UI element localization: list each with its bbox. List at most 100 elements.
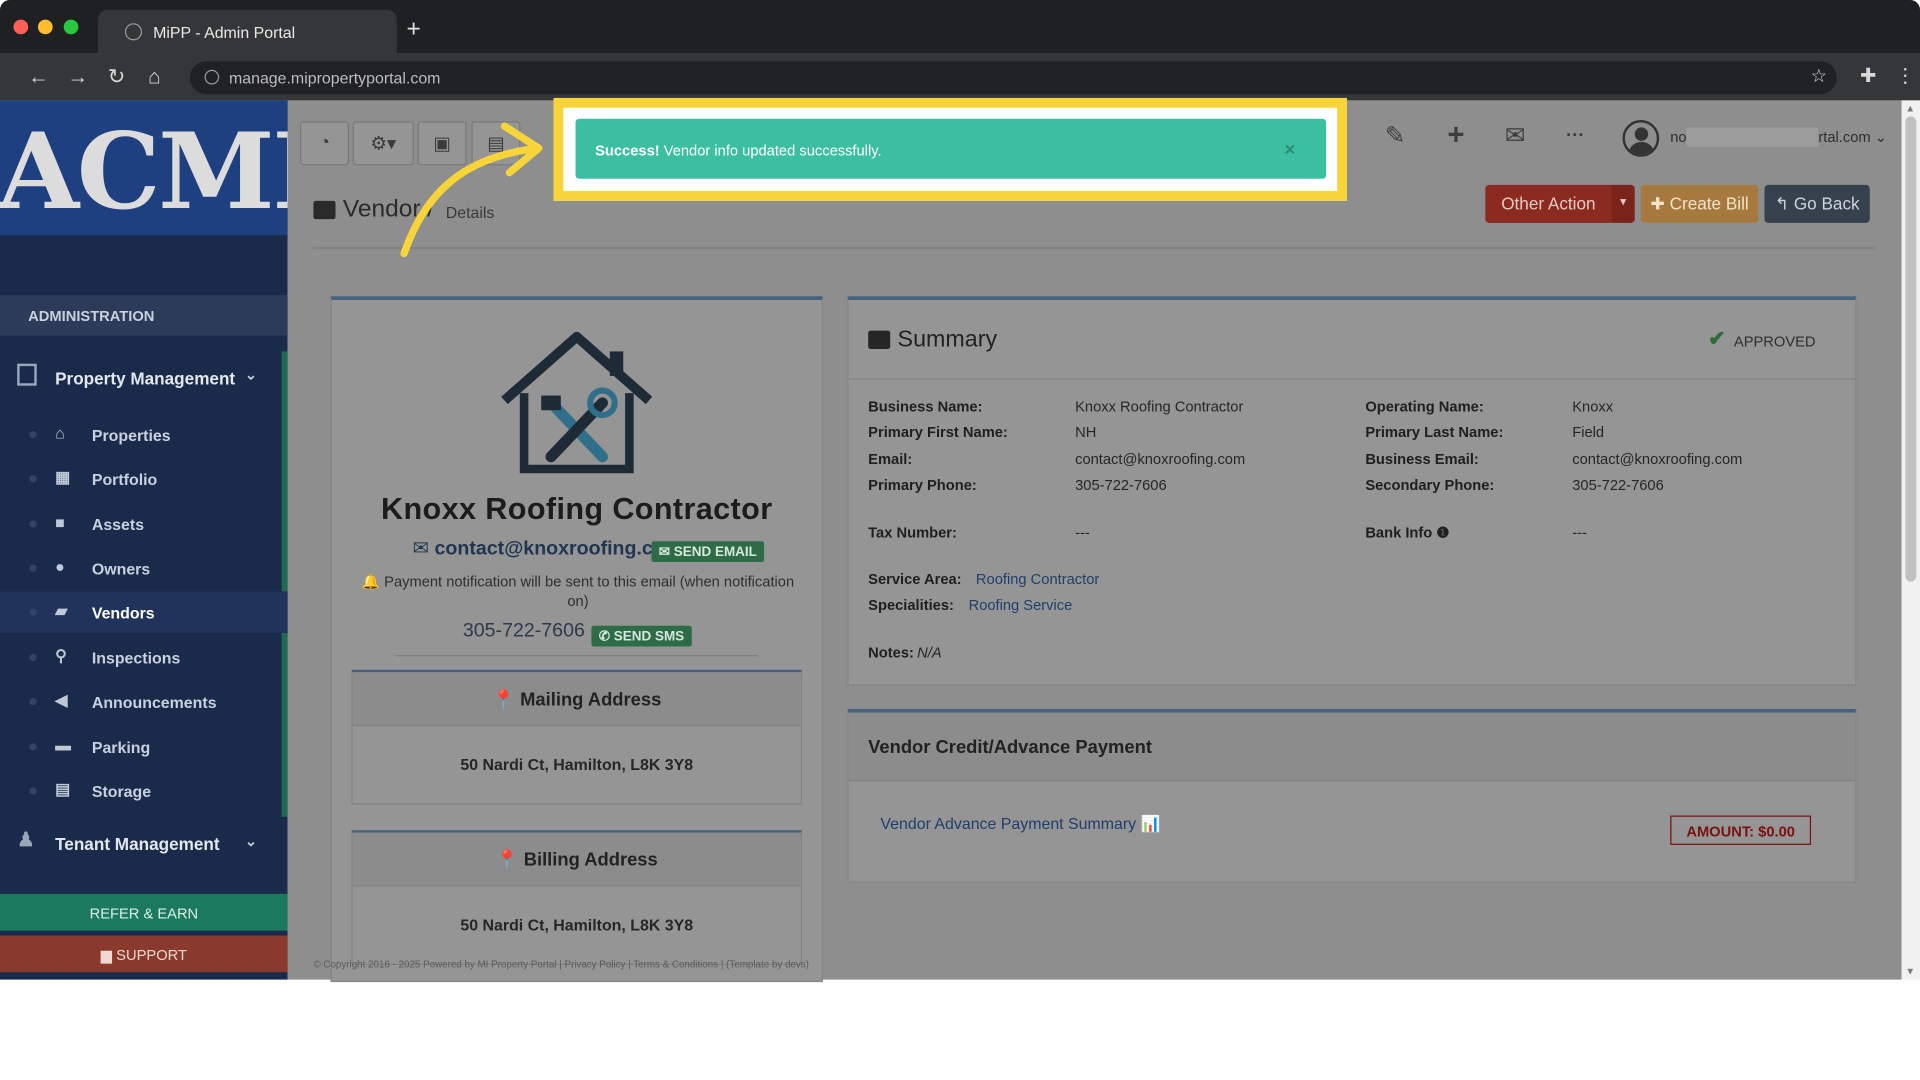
scroll-down-icon[interactable]: ▼ (1905, 966, 1915, 977)
administration-header: ADMINISTRATION (0, 295, 288, 336)
sidebar-item-label: Vendors (91, 603, 155, 623)
briefcase-icon (313, 200, 336, 220)
home-icon: ⌂ (55, 423, 65, 443)
send-sms-button[interactable]: ✆ SEND SMS (591, 625, 692, 647)
building-icon (17, 363, 37, 386)
sidebar-item-announcements[interactable]: ◀ Announcements (0, 681, 288, 723)
create-bill-button[interactable]: ✚ Create Bill (1640, 184, 1759, 223)
more-icon[interactable]: ··· (1566, 122, 1584, 149)
sidebar-item-portfolio[interactable]: ▦ Portfolio (0, 458, 288, 500)
sidebar-item-label: Property Management (55, 368, 236, 389)
acme-logo[interactable]: ACME (0, 100, 288, 236)
scrollbar-thumb[interactable] (1905, 116, 1917, 582)
close-icon[interactable]: × (1285, 140, 1296, 161)
avatar-body (1628, 142, 1655, 155)
vendor-name: Knoxx Roofing Contractor (381, 492, 773, 527)
specialities-link[interactable]: Roofing Service (969, 596, 1073, 613)
back-icon[interactable]: ← (28, 65, 49, 89)
billing-address-panel: 📍 Billing Address 50 Nardi Ct, Hamilton,… (351, 830, 803, 965)
tab-title: MiPP - Admin Portal (153, 23, 296, 42)
send-email-button[interactable]: ✉ SEND EMAIL (651, 541, 765, 563)
primary-phone-label: Primary Phone: (868, 476, 977, 494)
annotation-arrow (400, 122, 543, 258)
mail-icon[interactable]: ✉ (1505, 122, 1526, 149)
dashboard-button[interactable]: ◔ (300, 121, 349, 166)
sidebar-item-properties[interactable]: ⌂ Properties (0, 414, 288, 456)
primary-first-name-value: NH (1075, 423, 1097, 441)
billing-address-title: 📍 Billing Address (352, 832, 801, 887)
bookmark-star-icon[interactable]: ☆ (1810, 65, 1826, 87)
forward-icon[interactable]: → (67, 65, 88, 89)
bullet-dot (29, 475, 37, 483)
minimize-window-icon[interactable] (37, 19, 53, 35)
logo-text: ACME (0, 110, 288, 234)
divider (395, 655, 758, 657)
sidebar-item-parking[interactable]: ▬ Parking (0, 726, 288, 768)
sidebar-item-label: Parking (91, 738, 151, 757)
email-value: contact@knoxroofing.com (1075, 450, 1246, 468)
sidebar-item-tenant-management[interactable]: ♟ Tenant Management ⌄ (0, 823, 288, 862)
refer-earn-button[interactable]: REFER & EARN (0, 893, 288, 931)
bullet-dot (29, 520, 37, 528)
status-badge: APPROVED (1733, 333, 1816, 351)
mailing-address-value: 50 Nardi Ct, Hamilton, L8K 3Y8 (460, 755, 694, 774)
summary-card: Summary ✔ APPROVED Business Name: Knoxx … (847, 296, 1857, 686)
vendor-email[interactable]: ✉ contact@knoxroofing.com (413, 536, 683, 560)
service-area-link[interactable]: Roofing Contractor (976, 571, 1099, 588)
bullet-dot (29, 653, 37, 662)
user-avatar[interactable] (1622, 120, 1660, 157)
vendor-advance-payment-summary-link[interactable]: Vendor Advance Payment Summary 📊 (880, 814, 1160, 834)
browser-toolbar: ← → ↻ ⌂ manage.mipropertyportal.com ☆ ✚ … (0, 53, 1920, 101)
business-name-value: Knoxx Roofing Contractor (1075, 397, 1244, 416)
home-icon[interactable]: ⌂ (148, 65, 161, 89)
page-scrollbar[interactable]: ▲ ▼ (1901, 100, 1920, 980)
maximize-window-icon[interactable] (63, 19, 79, 35)
sidebar: ACME ADMINISTRATION Property Management … (0, 100, 288, 980)
browser-tab[interactable]: MiPP - Admin Portal (97, 9, 397, 54)
sidebar-item-inspections[interactable]: ⚲ Inspections (0, 637, 288, 679)
vendor-credit-title: Vendor Credit/Advance Payment (868, 737, 1152, 758)
secondary-phone-label: Secondary Phone: (1365, 476, 1495, 494)
notes-value: N/A (917, 644, 942, 662)
bullet-dot (29, 697, 37, 706)
sidebar-item-owners[interactable]: ● Owners (0, 547, 288, 589)
other-action-button[interactable]: Other Action (1485, 184, 1612, 223)
plus-icon[interactable]: + (1447, 121, 1464, 150)
users-icon: ♟ (17, 830, 35, 852)
other-action-caret[interactable]: ▾ (1611, 184, 1635, 223)
user-email-suffix[interactable]: rtal.com ⌄ (1818, 129, 1887, 146)
address-bar[interactable]: manage.mipropertyportal.com ☆ (189, 61, 1837, 95)
browser-titlebar: MiPP - Admin Portal + (0, 0, 1920, 54)
divider (848, 378, 1856, 380)
toast-text: Vendor info updated successfully. (659, 142, 882, 160)
bullet-dot (29, 564, 37, 572)
billing-address-value: 50 Nardi Ct, Hamilton, L8K 3Y8 (460, 915, 694, 935)
reload-icon[interactable]: ↻ (108, 65, 125, 89)
roofing-logo-icon (501, 331, 653, 474)
scroll-up-icon[interactable]: ▲ (1905, 103, 1915, 114)
sidebar-item-assets[interactable]: ■ Assets (0, 503, 288, 545)
vendor-credit-header: Vendor Credit/Advance Payment (848, 712, 1856, 782)
bullet-dot (29, 608, 37, 616)
sidebar-item-storage[interactable]: ▤ Storage (0, 770, 288, 812)
toast-strong: Success! (595, 142, 660, 160)
close-window-icon[interactable] (13, 19, 29, 35)
browser-menu-icon[interactable]: ⋮ (1896, 65, 1916, 89)
sidebar-item-label: Assets (91, 515, 145, 534)
user-email-prefix[interactable]: no (1670, 129, 1686, 146)
briefcase-icon: ▰ (55, 601, 68, 620)
user-icon: ● (55, 557, 65, 576)
sidebar-item-property-management[interactable]: Property Management ⌄ (0, 351, 288, 402)
page-footer: © Copyright 2016 - 2025 Powered by MI Pr… (313, 958, 809, 970)
primary-first-name-label: Primary First Name: (868, 423, 1008, 441)
support-button[interactable]: ▆ SUPPORT (0, 935, 288, 973)
wrench-icon[interactable]: ✎ (1385, 122, 1406, 149)
extensions-icon[interactable]: ✚ (1860, 65, 1876, 89)
payment-notification-note: 🔔 Payment notification will be sent to t… (361, 573, 795, 610)
site-info-icon[interactable] (204, 69, 220, 85)
bank-info-label[interactable]: Bank Info ❶ (1365, 524, 1449, 541)
primary-last-name-value: Field (1572, 423, 1605, 441)
sidebar-item-vendors[interactable]: ▰ Vendors (0, 591, 288, 634)
new-tab-button[interactable]: + (407, 17, 421, 41)
go-back-button[interactable]: ↰ Go Back (1764, 184, 1870, 223)
